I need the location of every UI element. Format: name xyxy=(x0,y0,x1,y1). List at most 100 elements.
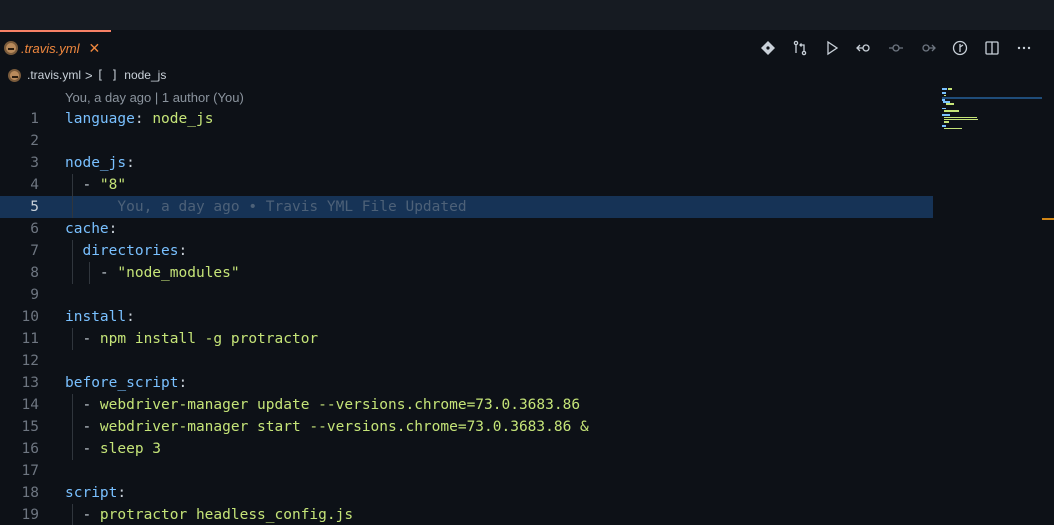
line-number: 11 xyxy=(21,331,39,347)
yaml-dash: - xyxy=(65,397,100,413)
yaml-value: webdriver-manager update --versions.chro… xyxy=(99,397,581,413)
indent-guide xyxy=(71,394,73,416)
codelens-blame[interactable]: You, a day ago | 1 author (You) xyxy=(65,90,244,105)
line-number: 16 xyxy=(21,441,39,457)
code-line[interactable]: 6 cache: xyxy=(0,218,933,240)
line-number: 3 xyxy=(30,155,39,171)
indent-guide xyxy=(71,174,73,196)
yaml-key: language xyxy=(65,111,135,127)
code-line[interactable]: 12 xyxy=(0,350,933,372)
yaml-dash: - xyxy=(65,441,100,457)
code-line[interactable]: 9 xyxy=(0,284,933,306)
indent-guide xyxy=(71,328,73,350)
yaml-value: npm install -g protractor xyxy=(99,331,319,347)
go-forward-icon[interactable] xyxy=(912,38,944,58)
yaml-key: before_script xyxy=(65,375,179,391)
line-number: 2 xyxy=(30,133,39,149)
code-line[interactable]: 8 - "node_modules" xyxy=(0,262,933,284)
yaml-value: node_js xyxy=(152,111,214,127)
code-line[interactable]: 18 script: xyxy=(0,482,933,504)
minimap-line xyxy=(945,103,954,105)
compare-changes-icon[interactable] xyxy=(784,38,816,58)
minimap-line xyxy=(948,88,953,90)
line-number: 15 xyxy=(21,419,39,435)
indent-guide xyxy=(71,416,73,438)
code-line[interactable]: 15 - webdriver-manager start --versions.… xyxy=(0,416,933,438)
line-content: You, a day ago • Travis YML File Updated xyxy=(65,196,467,218)
minimap-line xyxy=(944,110,960,112)
line-number: 9 xyxy=(30,287,39,303)
line-number: 19 xyxy=(21,507,39,523)
code-line[interactable]: 2 xyxy=(0,130,933,152)
tab-travis-yml[interactable]: .travis.yml ✕ xyxy=(0,30,111,64)
line-number: 13 xyxy=(21,375,39,391)
minimap[interactable] xyxy=(937,84,1054,525)
indent-guide xyxy=(71,196,73,218)
yaml-colon: : xyxy=(108,221,118,237)
symbol-array-icon: [ ] xyxy=(96,68,119,82)
go-back-icon[interactable] xyxy=(848,38,880,58)
line-number: 6 xyxy=(30,221,39,237)
yaml-dash: - xyxy=(65,265,118,281)
code-line[interactable]: 19 - protractor headless_config.js xyxy=(0,504,933,525)
indent-guide xyxy=(71,262,73,284)
code-line[interactable]: 5 You, a day ago • Travis YML File Updat… xyxy=(0,196,933,218)
yaml-key: cache xyxy=(65,221,109,237)
code-line[interactable]: 3 node_js: xyxy=(0,152,933,174)
yaml-value: sleep 3 xyxy=(99,441,162,457)
yaml-file-icon xyxy=(8,68,21,82)
breadcrumb: .travis.yml > [ ] node_js xyxy=(8,66,166,84)
more-actions-icon[interactable] xyxy=(1008,38,1040,58)
toggle-blame-icon[interactable] xyxy=(944,38,976,58)
code-line[interactable]: 10 install: xyxy=(0,306,933,328)
line-content: - sleep 3 xyxy=(65,438,161,460)
yaml-dash: - xyxy=(65,507,100,523)
yaml-key: install xyxy=(65,309,127,325)
breadcrumb-symbol[interactable]: node_js xyxy=(124,68,166,82)
minimap-line xyxy=(944,127,962,130)
yaml-file-icon xyxy=(4,41,18,55)
close-icon[interactable]: ✕ xyxy=(89,40,101,57)
code-editor[interactable]: 1 language: node_js 2 3 node_js: 4 - "8" 5 You… xyxy=(0,108,933,525)
line-content: - "8" xyxy=(65,174,126,196)
breadcrumb-file[interactable]: .travis.yml xyxy=(27,68,81,82)
code-line[interactable]: 7 directories: xyxy=(0,240,933,262)
yaml-colon: : xyxy=(126,309,135,325)
yaml-colon: : xyxy=(178,375,188,391)
yaml-dash: - xyxy=(65,331,100,347)
yaml-string: "node_modules" xyxy=(117,265,240,281)
line-content: directories: xyxy=(65,240,187,262)
git-commit-icon[interactable] xyxy=(752,38,784,58)
line-content: before_script: xyxy=(65,372,187,394)
yaml-dash: - xyxy=(65,177,100,193)
code-line[interactable]: 17 xyxy=(0,460,933,482)
indent-guide xyxy=(89,262,91,284)
yaml-value: protractor headless_config.js xyxy=(99,507,354,523)
line-number: 18 xyxy=(21,485,39,501)
code-line[interactable]: 16 - sleep 3 xyxy=(0,438,933,460)
line-content: - npm install -g protractor xyxy=(65,328,318,350)
run-icon[interactable] xyxy=(816,38,848,58)
yaml-key: directories xyxy=(82,243,179,259)
code-line[interactable]: 4 - "8" xyxy=(0,174,933,196)
tab-label: .travis.yml xyxy=(21,40,80,56)
code-line[interactable]: 13 before_script: xyxy=(0,372,933,394)
line-content: cache: xyxy=(65,218,117,240)
indent-guide xyxy=(71,438,73,460)
yaml-colon: : xyxy=(117,485,127,501)
split-editor-icon[interactable] xyxy=(976,38,1008,58)
timeline-icon[interactable] xyxy=(880,38,912,58)
code-line[interactable]: 11 - npm install -g protractor xyxy=(0,328,933,350)
line-number: 10 xyxy=(21,309,39,325)
line-number: 17 xyxy=(21,463,39,479)
minimap-line xyxy=(944,118,978,121)
title-bar xyxy=(0,0,1054,30)
line-content: - webdriver-manager update --versions.ch… xyxy=(65,394,580,416)
line-content: language: node_js xyxy=(65,108,213,130)
inline-blame-annotation: You, a day ago • Travis YML File Updated xyxy=(65,199,467,215)
line-number: 7 xyxy=(30,243,39,259)
code-line[interactable]: 14 - webdriver-manager update --versions… xyxy=(0,394,933,416)
indent-guide xyxy=(71,240,73,262)
code-line[interactable]: 1 language: node_js xyxy=(0,108,933,130)
